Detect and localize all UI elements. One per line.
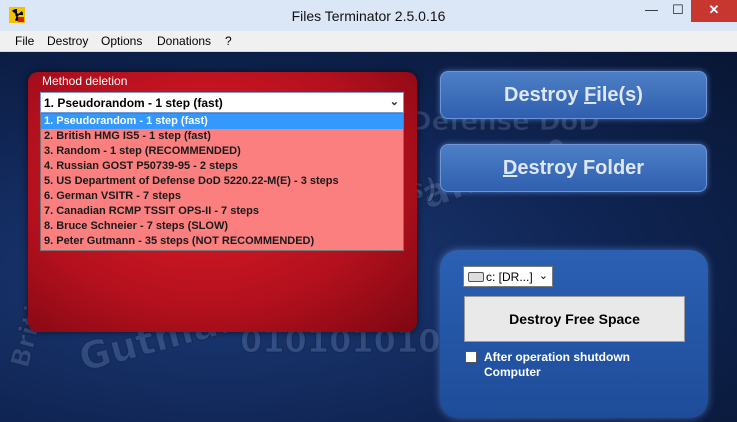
destroy-files-label-pre: Destroy bbox=[504, 84, 585, 106]
chevron-down-icon: ⌄ bbox=[389, 96, 399, 108]
menu-help[interactable]: ? bbox=[225, 34, 232, 48]
method-option[interactable]: 5. US Department of Defense DoD 5220.22-… bbox=[41, 174, 403, 189]
method-option[interactable]: 9. Peter Gutmann - 35 steps (NOT RECOMME… bbox=[41, 234, 403, 249]
shutdown-label: After operation shutdown Computer bbox=[484, 350, 630, 379]
method-deletion-label: Method deletion bbox=[42, 74, 128, 88]
method-option[interactable]: 2. British HMG IS5 - 1 step (fast) bbox=[41, 129, 403, 144]
destroy-files-label-post: ile(s) bbox=[596, 84, 643, 106]
method-option[interactable]: 8. Bruce Schneier - 7 steps (SLOW) bbox=[41, 219, 403, 234]
destroy-folder-label-accel: D bbox=[502, 157, 518, 179]
menu-file[interactable]: File bbox=[15, 34, 34, 48]
method-option[interactable]: 1. Pseudorandom - 1 step (fast) bbox=[41, 114, 403, 129]
menu-donations[interactable]: Donations bbox=[157, 34, 211, 48]
shutdown-checkbox[interactable] bbox=[465, 351, 477, 363]
method-option[interactable]: 4. Russian GOST P50739-95 - 2 steps bbox=[41, 159, 403, 174]
destroy-files-label-accel: F bbox=[584, 84, 597, 106]
minimize-button[interactable]: — bbox=[638, 0, 665, 22]
maximize-button[interactable]: ☐ bbox=[665, 0, 691, 22]
drive-value: c: [DR...] bbox=[486, 270, 533, 284]
menu-destroy[interactable]: Destroy bbox=[47, 34, 88, 48]
destroy-free-space-button[interactable]: Destroy Free Space bbox=[464, 296, 685, 342]
method-selected-value: 1. Pseudorandom - 1 step (fast) bbox=[44, 96, 223, 110]
title-bar: Files Terminator 2.5.0.16 — ☐ ✕ bbox=[0, 0, 737, 31]
menu-bar: File Destroy Options Donations ? bbox=[0, 31, 737, 52]
method-dropdown-list: 1. Pseudorandom - 1 step (fast) 2. Briti… bbox=[40, 113, 404, 251]
close-button[interactable]: ✕ bbox=[691, 0, 737, 22]
method-option[interactable]: 7. Canadian RCMP TSSIT OPS-II - 7 steps bbox=[41, 204, 403, 219]
destroy-files-button[interactable]: Destroy File(s) bbox=[440, 71, 707, 119]
menu-options[interactable]: Options bbox=[101, 34, 142, 48]
window-title: Files Terminator 2.5.0.16 bbox=[291, 8, 446, 24]
method-option[interactable]: 6. German VSITR - 7 steps bbox=[41, 189, 403, 204]
method-select[interactable]: 1. Pseudorandom - 1 step (fast) ⌄ bbox=[40, 92, 404, 113]
destroy-folder-button[interactable]: Destroy Folder bbox=[440, 144, 707, 192]
chevron-down-icon: ⌄ bbox=[538, 270, 548, 282]
destroy-folder-label-post: estroy Folder bbox=[517, 157, 645, 179]
drive-select[interactable]: c: [DR...] ⌄ bbox=[463, 266, 553, 287]
hard-drive-icon bbox=[468, 272, 484, 282]
method-option[interactable]: 3. Random - 1 step (RECOMMENDED) bbox=[41, 144, 403, 159]
